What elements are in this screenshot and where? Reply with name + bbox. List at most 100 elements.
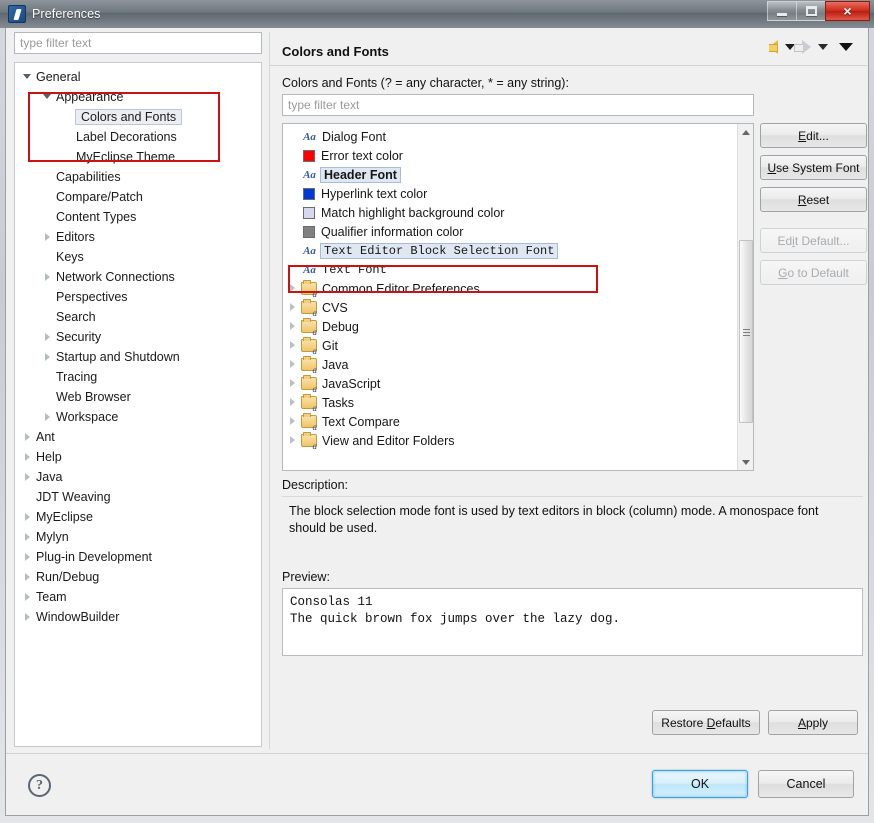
- preferences-window: Preferences × type filter text General Ap…: [0, 0, 874, 823]
- forward-history-chevron-down-icon[interactable]: [818, 44, 828, 50]
- sidebar-item-keys[interactable]: Keys: [15, 247, 261, 267]
- tree-collapsed-arrow-icon[interactable]: [287, 393, 301, 412]
- tree-collapsed-arrow-icon[interactable]: [287, 355, 301, 374]
- font-list-item[interactable]: Hyperlink text color: [283, 184, 753, 203]
- back-arrow-icon[interactable]: [769, 40, 778, 54]
- tree-collapsed-arrow-icon[interactable]: [287, 317, 301, 336]
- tree-expanded-arrow-icon[interactable]: [21, 67, 36, 87]
- font-list-item[interactable]: Common Editor Preferences: [283, 279, 753, 298]
- colors-fonts-filter-input[interactable]: type filter text: [282, 94, 754, 116]
- tree-collapsed-arrow-icon[interactable]: [21, 547, 36, 567]
- tree-collapsed-arrow-icon[interactable]: [21, 447, 36, 467]
- tree-collapsed-arrow-icon[interactable]: [287, 374, 301, 393]
- sidebar-item-appearance[interactable]: Appearance: [15, 87, 261, 107]
- sidebar-item-jdt-weaving[interactable]: JDT Weaving: [15, 487, 261, 507]
- minimize-button[interactable]: [767, 1, 796, 21]
- font-list-scrollbar[interactable]: [737, 124, 753, 470]
- button-label: Go to Default: [778, 265, 849, 280]
- font-list-item[interactable]: Text Compare: [283, 412, 753, 431]
- use-system-font-button[interactable]: Use System Font: [760, 155, 867, 180]
- tree-collapsed-arrow-icon[interactable]: [287, 336, 301, 355]
- font-list-item[interactable]: Error text color: [283, 146, 753, 165]
- font-list-item[interactable]: Match highlight background color: [283, 203, 753, 222]
- font-list-item-label: Dialog Font: [322, 129, 386, 144]
- tree-collapsed-arrow-icon[interactable]: [41, 227, 56, 247]
- sidebar-item-search[interactable]: Search: [15, 307, 261, 327]
- font-list-item[interactable]: Aa Header Font: [283, 165, 753, 184]
- font-list-item[interactable]: Aa Text Editor Block Selection Font: [283, 241, 753, 260]
- cancel-button[interactable]: Cancel: [758, 770, 854, 798]
- sidebar-item-myeclipse-theme[interactable]: MyEclipse Theme: [15, 147, 261, 167]
- font-list-item[interactable]: JavaScript: [283, 374, 753, 393]
- sidebar-item-label: Team: [36, 590, 67, 604]
- color-swatch-icon: [303, 206, 315, 219]
- restore-defaults-button[interactable]: Restore Defaults: [652, 710, 760, 735]
- scrollbar-thumb[interactable]: [739, 240, 753, 423]
- preview-box: Consolas 11 The quick brown fox jumps ov…: [282, 588, 863, 656]
- tree-collapsed-arrow-icon[interactable]: [21, 467, 36, 487]
- maximize-button[interactable]: [796, 1, 825, 21]
- sidebar-item-workspace[interactable]: Workspace: [15, 407, 261, 427]
- tree-collapsed-arrow-icon[interactable]: [21, 587, 36, 607]
- tree-collapsed-arrow-icon[interactable]: [41, 267, 56, 287]
- tree-collapsed-arrow-icon[interactable]: [41, 407, 56, 427]
- sidebar-item-myeclipse[interactable]: MyEclipse: [15, 507, 261, 527]
- help-question-icon[interactable]: ?: [28, 774, 51, 797]
- colors-and-fonts-list[interactable]: Aa Dialog Font Error text color Aa Header Fo…: [282, 123, 754, 471]
- font-list-item[interactable]: Java: [283, 355, 753, 374]
- tree-collapsed-arrow-icon[interactable]: [21, 567, 36, 587]
- sidebar-item-editors[interactable]: Editors: [15, 227, 261, 247]
- sidebar-item-plug-in-development[interactable]: Plug-in Development: [15, 547, 261, 567]
- ok-button[interactable]: OK: [652, 770, 748, 798]
- sidebar-item-team[interactable]: Team: [15, 587, 261, 607]
- sidebar-item-help[interactable]: Help: [15, 447, 261, 467]
- sidebar-item-content-types[interactable]: Content Types: [15, 207, 261, 227]
- sidebar-item-capabilities[interactable]: Capabilities: [15, 167, 261, 187]
- tree-collapsed-arrow-icon[interactable]: [21, 427, 36, 447]
- tree-collapsed-arrow-icon[interactable]: [41, 347, 56, 367]
- sidebar-item-ant[interactable]: Ant: [15, 427, 261, 447]
- tree-expanded-arrow-icon[interactable]: [41, 87, 56, 107]
- font-list-item[interactable]: Debug: [283, 317, 753, 336]
- sidebar-item-general[interactable]: General: [15, 67, 261, 87]
- sidebar-item-network-connections[interactable]: Network Connections: [15, 267, 261, 287]
- forward-arrow-icon[interactable]: [794, 40, 811, 54]
- tree-collapsed-arrow-icon[interactable]: [41, 327, 56, 347]
- tree-collapsed-arrow-icon[interactable]: [287, 412, 301, 431]
- sidebar-item-tracing[interactable]: Tracing: [15, 367, 261, 387]
- font-list-item[interactable]: View and Editor Folders: [283, 431, 753, 450]
- tree-collapsed-arrow-icon[interactable]: [287, 279, 301, 298]
- font-list-item[interactable]: Aa Text Font: [283, 260, 753, 279]
- tree-collapsed-arrow-icon[interactable]: [21, 607, 36, 627]
- edit-button[interactable]: Edit...: [760, 123, 867, 148]
- reset-button[interactable]: Reset: [760, 187, 867, 212]
- sidebar-item-startup-and-shutdown[interactable]: Startup and Shutdown: [15, 347, 261, 367]
- sidebar-filter-input[interactable]: type filter text: [14, 32, 262, 54]
- font-list-item[interactable]: CVS: [283, 298, 753, 317]
- font-list-item[interactable]: Qualifier information color: [283, 222, 753, 241]
- tree-collapsed-arrow-icon[interactable]: [21, 527, 36, 547]
- font-list-item[interactable]: Git: [283, 336, 753, 355]
- sidebar-item-mylyn[interactable]: Mylyn: [15, 527, 261, 547]
- sidebar-item-run-debug[interactable]: Run/Debug: [15, 567, 261, 587]
- close-button[interactable]: ×: [825, 1, 870, 21]
- sidebar-item-web-browser[interactable]: Web Browser: [15, 387, 261, 407]
- apply-button[interactable]: Apply: [768, 710, 858, 735]
- tree-collapsed-arrow-icon[interactable]: [287, 431, 301, 450]
- sidebar-item-security[interactable]: Security: [15, 327, 261, 347]
- sidebar-item-java[interactable]: Java: [15, 467, 261, 487]
- font-list-item[interactable]: Aa Dialog Font: [283, 127, 753, 146]
- preference-tree[interactable]: General Appearance Colors and Fonts Label D…: [14, 62, 262, 747]
- font-list-item[interactable]: Tasks: [283, 393, 753, 412]
- tree-collapsed-arrow-icon[interactable]: [21, 507, 36, 527]
- tree-collapsed-arrow-icon[interactable]: [287, 298, 301, 317]
- scroll-down-button[interactable]: [738, 454, 753, 470]
- scroll-up-button[interactable]: [738, 124, 753, 140]
- sidebar-item-perspectives[interactable]: Perspectives: [15, 287, 261, 307]
- sidebar-item-compare-patch[interactable]: Compare/Patch: [15, 187, 261, 207]
- sidebar-item-windowbuilder[interactable]: WindowBuilder: [15, 607, 261, 627]
- overflow-chevron-down-icon[interactable]: [839, 43, 853, 51]
- sidebar-item-colors-and-fonts[interactable]: Colors and Fonts: [15, 107, 261, 127]
- sidebar-item-label-decorations[interactable]: Label Decorations: [15, 127, 261, 147]
